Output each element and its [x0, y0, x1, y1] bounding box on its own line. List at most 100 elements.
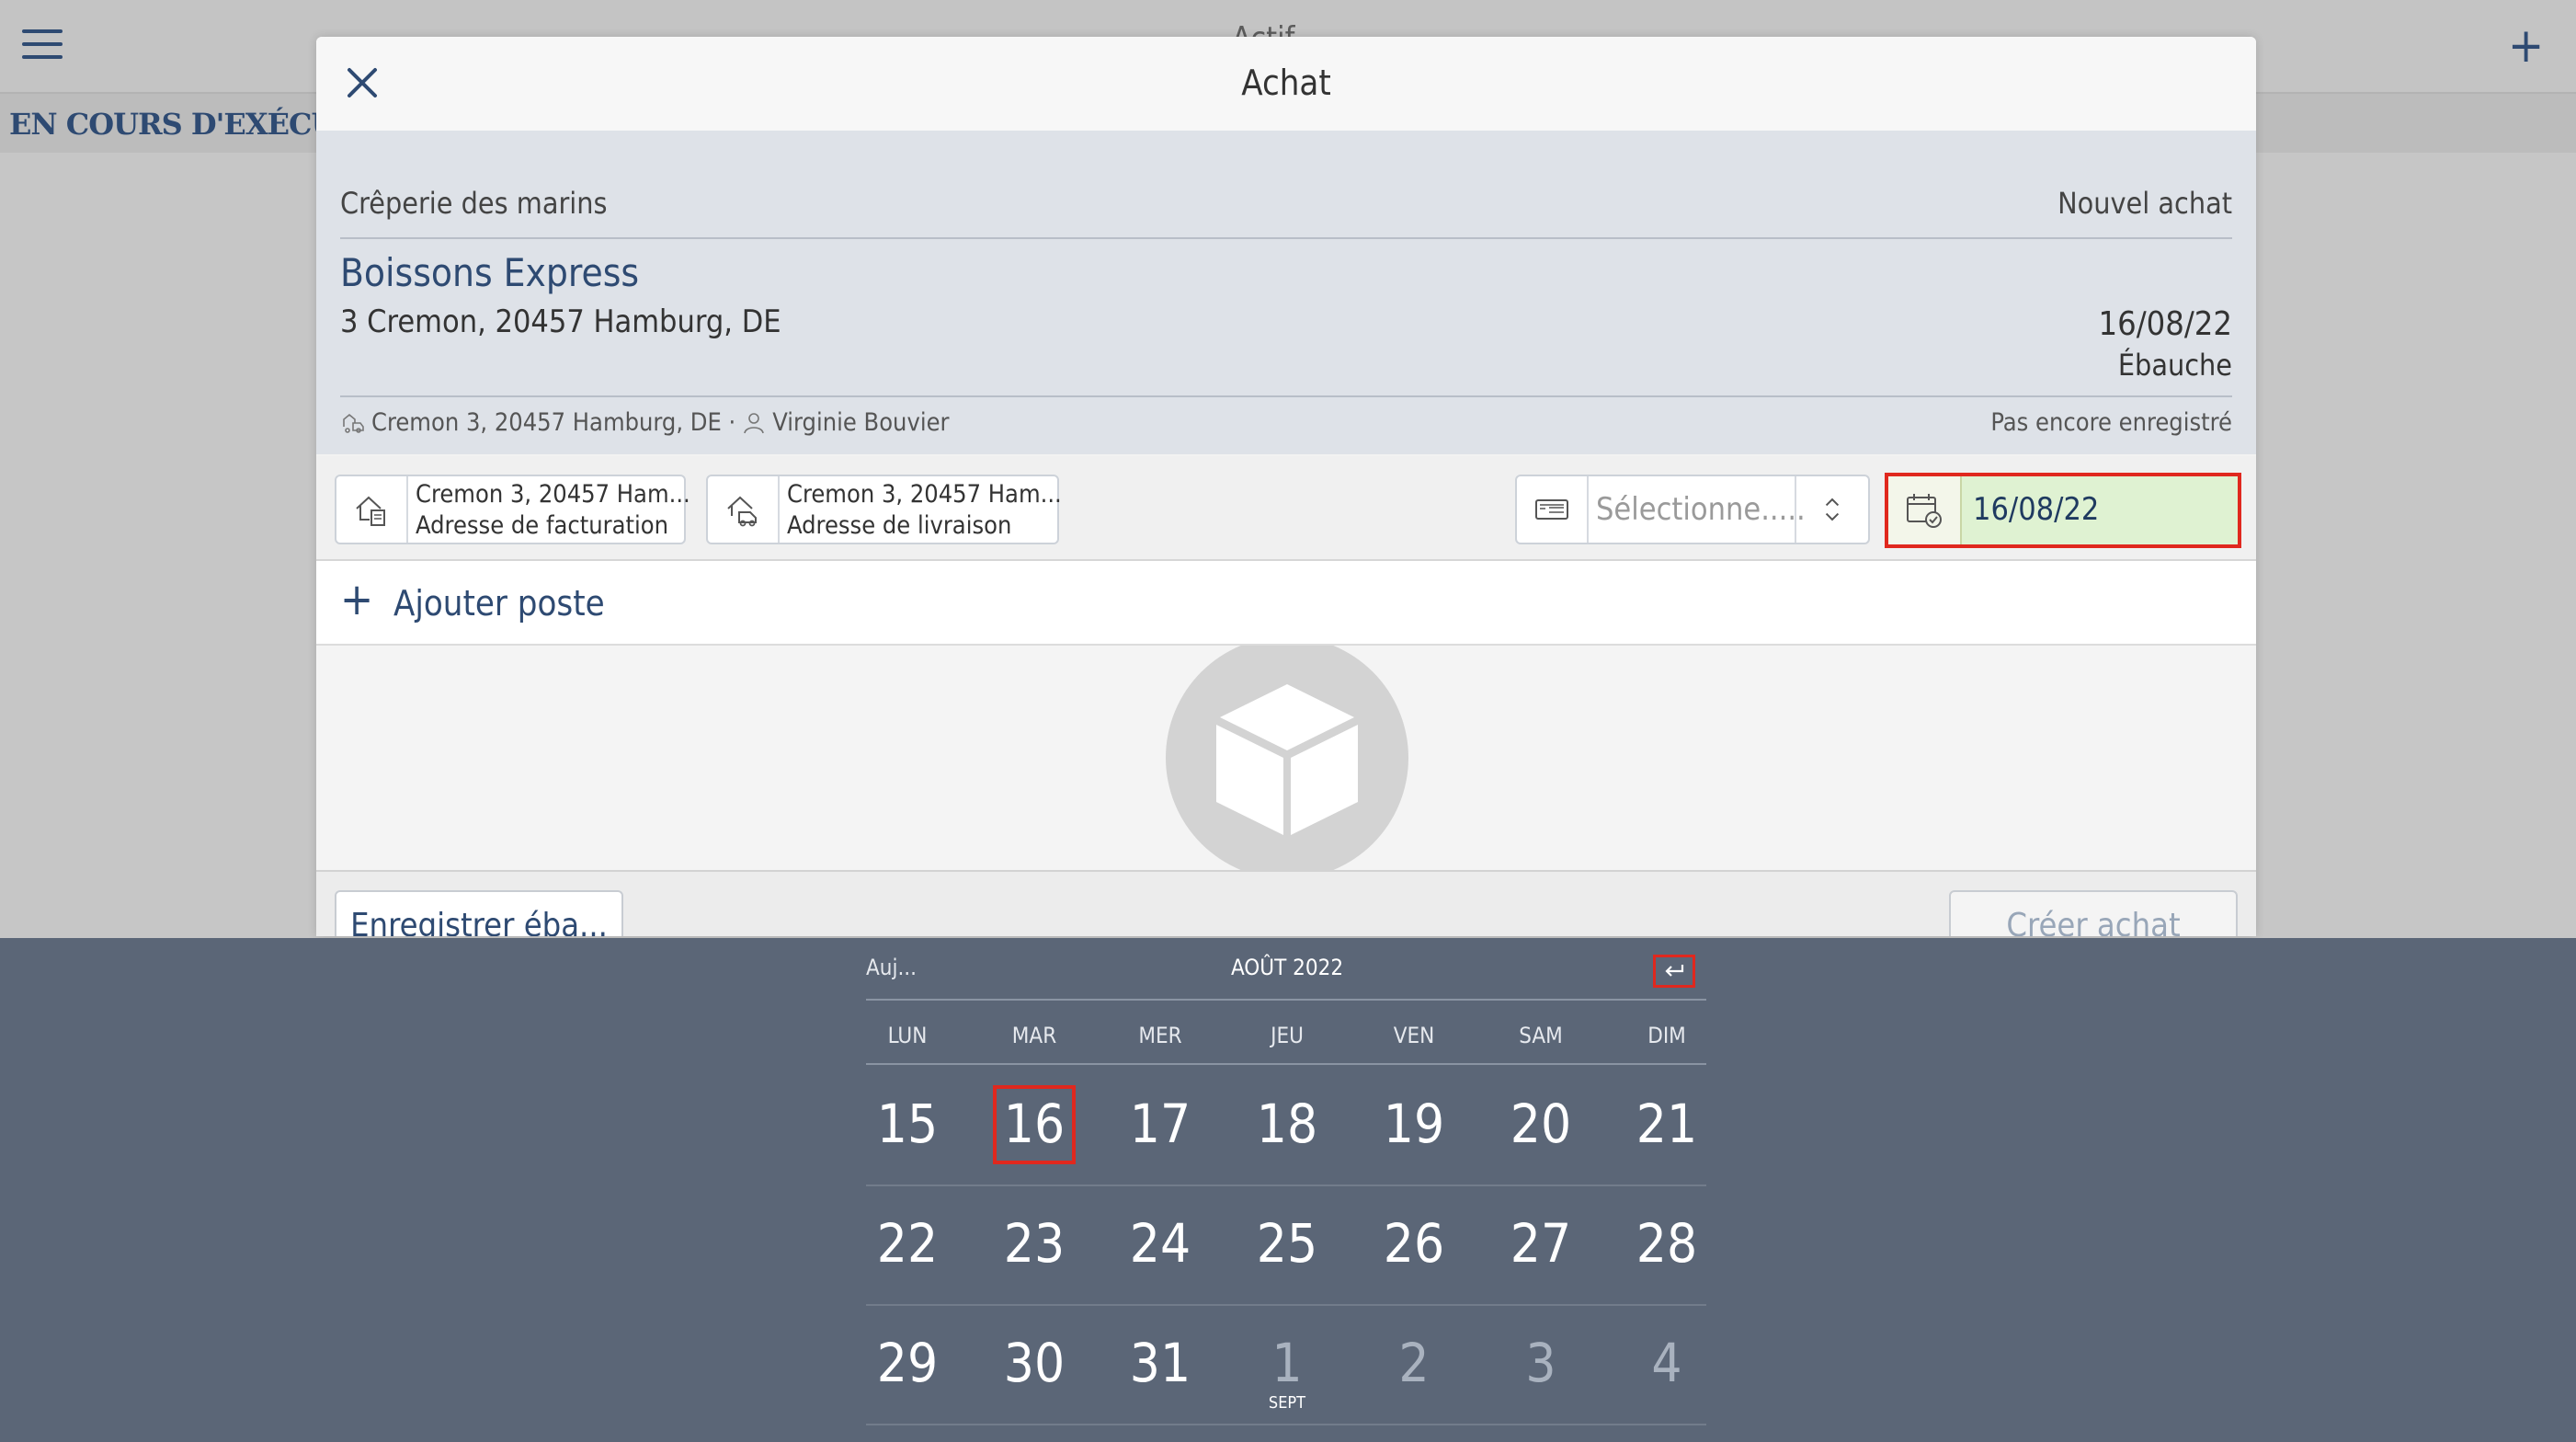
payment-card-icon	[1517, 476, 1589, 543]
day-number: 26	[1383, 1212, 1445, 1275]
calendar-day[interactable]: 24	[1097, 1184, 1224, 1302]
empty-box-icon	[1166, 646, 1408, 870]
select-arrows-icon	[1795, 476, 1868, 543]
delivery-address-field[interactable]: Cremon 3, 20457 Ham... Adresse de livrai…	[706, 475, 1062, 544]
calendar-day[interactable]: 4	[1603, 1304, 1730, 1422]
day-number: 2	[1398, 1332, 1430, 1394]
day-number: 30	[1003, 1332, 1066, 1394]
billing-house-icon	[336, 476, 408, 543]
month-abbrev-label: SEPT	[1268, 1393, 1306, 1413]
modal-title: Achat	[1241, 63, 1331, 103]
weekday-label: JEU	[1271, 1023, 1304, 1048]
delivery-address-value: Cremon 3, 20457 Ham...	[787, 480, 1062, 509]
divider	[340, 237, 2232, 239]
weekday-label: MER	[1138, 1023, 1182, 1048]
purchase-info: Crêperie des marins Nouvel achat Boisson…	[316, 131, 2256, 454]
billing-address-value: Cremon 3, 20457 Ham...	[416, 480, 690, 509]
create-purchase-button[interactable]: Créer achat	[1949, 890, 2238, 936]
divider	[866, 1184, 1706, 1186]
day-number: 18	[1256, 1093, 1318, 1155]
day-number: 28	[1636, 1212, 1698, 1275]
contact-person-icon	[744, 412, 765, 433]
purchase-fields: Cremon 3, 20457 Ham... Adresse de factur…	[316, 456, 2256, 561]
day-number: 4	[1651, 1332, 1682, 1394]
supplier-address: 3 Cremon, 20457 Hamburg, DE	[340, 303, 781, 340]
menu-icon[interactable]	[22, 29, 63, 61]
registration-status: Pas encore enregistré	[1990, 408, 2232, 437]
purchase-status: Ébauche	[2117, 348, 2232, 383]
calendar-day[interactable]: 22	[844, 1184, 971, 1302]
month-label: AOÛT 2022	[1230, 955, 1344, 980]
calendar-day[interactable]: 23	[971, 1184, 1098, 1302]
meta-contact: Virginie Bouvier	[772, 408, 950, 437]
weekday-label: DIM	[1647, 1023, 1686, 1048]
day-number: 3	[1525, 1332, 1556, 1394]
purchase-date: 16/08/22	[2098, 305, 2232, 343]
selected-day-highlight	[993, 1085, 1076, 1164]
weekday-label: SAM	[1519, 1023, 1563, 1048]
day-number: 31	[1129, 1332, 1191, 1394]
calendar-day[interactable]: 2	[1351, 1304, 1477, 1422]
today-button[interactable]: Auj...	[866, 955, 917, 980]
divider	[866, 999, 1706, 1001]
weekday-label: MAR	[1011, 1023, 1057, 1048]
new-purchase-label: Nouvel achat	[2057, 186, 2232, 221]
billing-address-label: Adresse de facturation	[416, 511, 669, 540]
delivery-address-label: Adresse de livraison	[787, 511, 1012, 540]
add-item-icon: +	[340, 574, 374, 625]
empty-items-area	[316, 646, 2256, 870]
calendar-day[interactable]: 17	[1097, 1065, 1224, 1183]
day-number: 22	[876, 1212, 939, 1275]
calendar-day[interactable]: 18	[1224, 1065, 1351, 1183]
date-field-value: 16/08/22	[1973, 491, 2100, 528]
calendar-day[interactable]: 30	[971, 1304, 1098, 1422]
modal-footer: Enregistrer éba... Créer achat	[316, 870, 2256, 936]
day-number: 15	[876, 1093, 939, 1155]
calendar-day[interactable]: 1 SEPT	[1224, 1304, 1351, 1422]
date-picker: Auj... AOÛT 2022 LUN MAR MER JEU VEN SAM…	[0, 938, 2576, 1442]
weekday-label: LUN	[887, 1023, 928, 1048]
day-number: 21	[1636, 1093, 1698, 1155]
calendar-day[interactable]: 25	[1224, 1184, 1351, 1302]
billing-address-field[interactable]: Cremon 3, 20457 Ham... Adresse de factur…	[335, 475, 690, 544]
delivery-truck-icon	[343, 413, 364, 433]
supplier-name[interactable]: Boissons Express	[340, 250, 639, 295]
calendar-day[interactable]: 31	[1097, 1304, 1224, 1422]
return-icon[interactable]	[1653, 955, 1695, 988]
day-number: 25	[1256, 1212, 1318, 1275]
day-number: 24	[1129, 1212, 1191, 1275]
calendar-day[interactable]: 3	[1477, 1304, 1604, 1422]
day-number: 20	[1510, 1093, 1572, 1155]
add-item-row[interactable]: + Ajouter poste	[316, 561, 2256, 646]
calendar-day[interactable]: 26	[1351, 1184, 1477, 1302]
calendar-day[interactable]: 27	[1477, 1184, 1604, 1302]
day-number: 29	[876, 1332, 939, 1394]
modal-header: Achat	[316, 37, 2256, 131]
day-number: 17	[1129, 1093, 1191, 1155]
meta-address: Cremon 3, 20457 Hamburg, DE ·	[371, 408, 736, 437]
calendar-day[interactable]: 19	[1351, 1065, 1477, 1183]
meta-line: Cremon 3, 20457 Hamburg, DE · Virginie B…	[340, 408, 950, 437]
day-number: 27	[1510, 1212, 1572, 1275]
weekday-label: VEN	[1393, 1023, 1435, 1048]
payment-method-select[interactable]: Sélectionne.....	[1515, 475, 1870, 544]
divider	[866, 1304, 1706, 1306]
add-icon[interactable]: +	[2508, 20, 2544, 72]
add-item-label: Ajouter poste	[393, 583, 605, 624]
calendar-day[interactable]: 20	[1477, 1065, 1604, 1183]
calendar-day[interactable]: 29	[844, 1304, 971, 1422]
payment-placeholder: Sélectionne.....	[1596, 491, 1806, 528]
shop-name: Crêperie des marins	[340, 186, 608, 221]
date-field[interactable]: 16/08/22	[1885, 473, 2241, 548]
day-number: 23	[1003, 1212, 1066, 1275]
calendar-day[interactable]: 28	[1603, 1184, 1730, 1302]
purchase-modal: Achat Crêperie des marins Nouvel achat B…	[316, 37, 2256, 936]
calendar-check-icon	[1888, 476, 1962, 544]
delivery-truck-icon	[708, 476, 780, 543]
divider	[340, 395, 2232, 397]
day-number: 19	[1383, 1093, 1445, 1155]
save-draft-button[interactable]: Enregistrer éba...	[335, 890, 623, 936]
calendar-day[interactable]: 21	[1603, 1065, 1730, 1183]
divider	[866, 1424, 1706, 1425]
calendar-day[interactable]: 15	[844, 1065, 971, 1183]
